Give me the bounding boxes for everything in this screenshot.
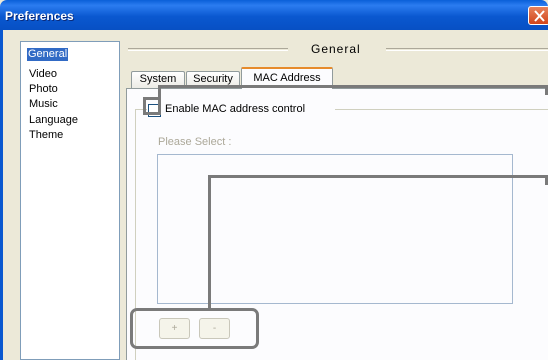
checkbox-callout-line-vertical	[158, 85, 161, 100]
sidebar-item-general[interactable]: General	[27, 48, 69, 61]
title-bar[interactable]: Preferences	[0, 0, 548, 30]
sidebar-item-language[interactable]: Language	[28, 114, 79, 127]
sidebar-item-photo[interactable]: Photo	[28, 83, 59, 96]
please-select-label: Please Select :	[158, 136, 232, 148]
enable-mac-row[interactable]: Enable MAC address control	[147, 101, 335, 117]
buttons-callout-line-horizontal	[208, 175, 548, 178]
preferences-window: Preferences General Video Photo Music La…	[0, 0, 548, 360]
section-divider-right	[386, 48, 548, 51]
sidebar-item-theme[interactable]: Theme	[28, 129, 64, 142]
section-divider-left	[128, 48, 288, 51]
close-button[interactable]	[528, 6, 548, 25]
sidebar-item-music[interactable]: Music	[28, 98, 59, 111]
window-title: Preferences	[5, 9, 74, 23]
enable-mac-label[interactable]: Enable MAC address control	[165, 103, 305, 115]
sidebar-item-video[interactable]: Video	[28, 68, 58, 81]
checkbox-callout-line-horizontal	[158, 85, 548, 88]
window-frame	[0, 30, 3, 360]
section-title: General	[311, 42, 361, 56]
buttons-callout-line-vertical	[208, 175, 211, 310]
buttons-callout-box	[130, 308, 259, 349]
close-icon	[534, 10, 545, 22]
